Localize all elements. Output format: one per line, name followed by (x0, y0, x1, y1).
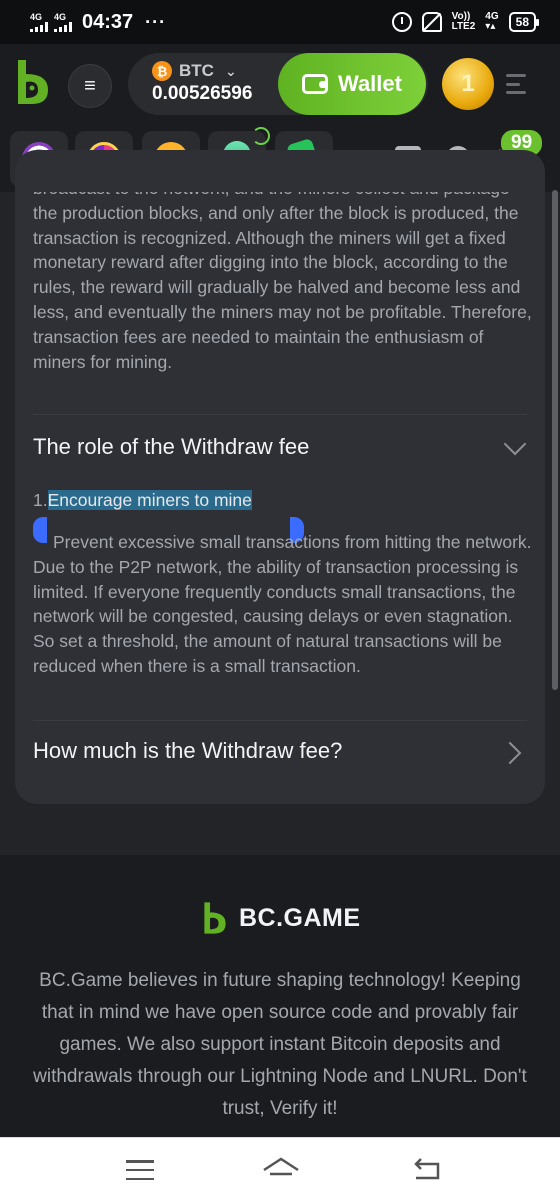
recent-apps-icon[interactable] (126, 1160, 154, 1180)
currency-selector[interactable]: ₿ BTC ⌄ 0.00526596 (152, 61, 252, 105)
clock-time: 04:37 (82, 10, 134, 33)
more-notifications-icon: ··· (145, 11, 167, 32)
hamburger-icon: ≡ (84, 75, 96, 97)
site-footer: BC.GAME BC.Game believes in future shapi… (0, 855, 560, 1137)
app-header: ≡ ₿ BTC ⌄ 0.00526596 Wallet 1 (0, 44, 560, 124)
battery-icon: 58 (508, 12, 540, 32)
point-number: 1. (33, 490, 48, 510)
status-right: Vo)) LTE2 4G ▾▴ 58 (391, 10, 540, 33)
point-heading: 1.Encourage miners to mine (33, 490, 252, 511)
footer-brand: BC.GAME (239, 903, 361, 932)
avatar[interactable]: 1 (442, 58, 494, 110)
system-nav-bar (0, 1137, 560, 1200)
accordion-title-withdraw-fee[interactable]: How much is the Withdraw fee? (33, 738, 342, 764)
divider (33, 414, 527, 415)
scrollbar[interactable] (552, 190, 558, 690)
point-paragraph: Prevent excessive small transactions fro… (33, 532, 532, 676)
loading-ring-icon (252, 127, 270, 145)
bc-logo-icon (204, 902, 226, 934)
network-indicator: 4G ▾▴ (485, 10, 499, 32)
divider (33, 720, 527, 721)
selected-text[interactable]: Encourage miners to mine (47, 490, 252, 510)
signal-icon-2: 4G (54, 12, 72, 32)
signal-icon: 4G (30, 12, 48, 32)
faq-content: broadcast to the network, and the miners… (15, 192, 545, 804)
mute-icon (421, 12, 442, 32)
chevron-right-icon[interactable] (498, 741, 522, 765)
status-left: 4G 4G 04:37 ··· (30, 11, 166, 34)
accordion-title-withdraw-role[interactable]: The role of the Withdraw fee (33, 434, 309, 460)
chevron-down-icon[interactable] (503, 432, 527, 456)
bc-logo-icon[interactable] (14, 58, 52, 106)
balance-pill: ₿ BTC ⌄ 0.00526596 Wallet (128, 53, 428, 115)
balance-amount: 0.00526596 (152, 83, 253, 104)
alarm-icon (391, 12, 412, 32)
currency-label: BTC (179, 61, 214, 80)
volte-indicator: Vo)) LTE2 (451, 10, 476, 32)
wallet-button[interactable]: Wallet (278, 53, 426, 115)
footer-about-text: BC.Game believes in future shaping techn… (33, 970, 527, 1119)
menu-button[interactable]: ≡ (68, 64, 112, 108)
wallet-icon (302, 74, 328, 94)
chevron-down-icon: ⌄ (224, 62, 237, 79)
home-icon[interactable] (262, 1156, 300, 1182)
sidebar-toggle-icon[interactable] (506, 74, 526, 94)
back-icon[interactable] (412, 1156, 442, 1182)
intro-paragraph: broadcast to the network, and the miners… (33, 192, 532, 372)
bitcoin-icon: ₿ (152, 61, 172, 81)
footer-logo[interactable]: BC.GAME (201, 901, 361, 935)
faq-card: broadcast to the network, and the miners… (15, 150, 545, 804)
status-bar: 4G 4G 04:37 ··· Vo)) LTE2 4G ▾▴ 58 (0, 0, 560, 44)
wallet-label: Wallet (338, 71, 402, 96)
